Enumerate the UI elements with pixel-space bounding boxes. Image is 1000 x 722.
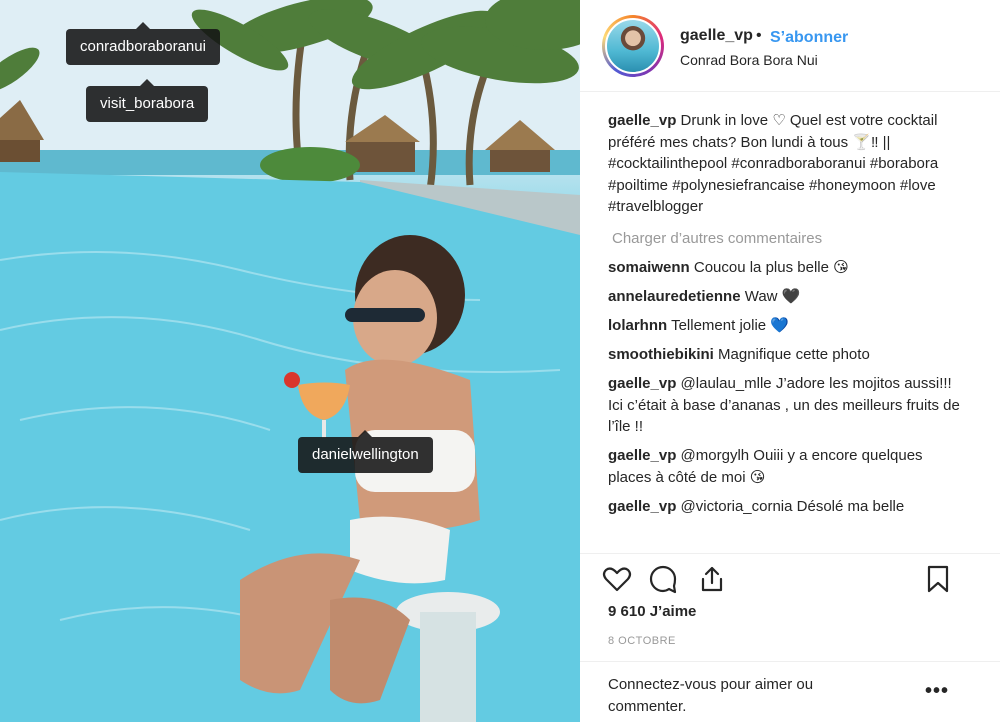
comment-username[interactable]: gaelle_vp [608, 375, 676, 392]
load-more-comments-button[interactable]: Charger d’autres commentaires [612, 228, 968, 250]
caption-username[interactable]: gaelle_vp [608, 112, 676, 129]
comment-text: Magnifique cette photo [718, 346, 870, 363]
post-location[interactable]: Conrad Bora Bora Nui [680, 52, 818, 68]
follow-button[interactable]: S’abonner [770, 29, 848, 47]
comment-text: Tellement jolie 💙 [671, 317, 789, 334]
comment-item: gaelle_vp @morgylh Ouiii y a encore quel… [608, 445, 968, 488]
comment-username[interactable]: somaiwenn [608, 259, 690, 276]
action-bar [580, 553, 1000, 603]
post-header: gaelle_vp • S’abonner Conrad Bora Bora N… [580, 0, 1000, 92]
photo-tag-danielwellington[interactable]: danielwellington [298, 430, 433, 473]
share-icon[interactable] [697, 564, 727, 594]
comment-username[interactable]: gaelle_vp [608, 447, 676, 464]
comment-username[interactable]: annelauredetienne [608, 288, 741, 305]
comment-item: annelauredetienne Waw 🖤 [608, 286, 968, 308]
bookmark-icon[interactable] [923, 564, 953, 594]
photo-tag-visit-borabora[interactable]: visit_borabora [86, 79, 209, 122]
comment-item: lolarhnn Tellement jolie 💙 [608, 315, 968, 337]
separator-dot: • [756, 27, 762, 44]
comment-username[interactable]: lolarhnn [608, 317, 667, 334]
login-prompt-link[interactable]: Connectez-vous pour aimer ou commenter. [608, 674, 868, 718]
heart-icon[interactable] [602, 564, 632, 594]
likes-count[interactable]: 9 610 J’aime [608, 603, 696, 620]
comment-text: @victoria_cornia Désolé ma belle [680, 497, 905, 515]
more-options-button[interactable]: ••• [925, 680, 949, 703]
comment-text: Waw 🖤 [744, 288, 801, 305]
comments-section[interactable]: gaelle_vp Drunk in love ♡ Quel est votre… [608, 110, 968, 553]
post-photo[interactable]: conradboraboranui visit_borabora danielw… [0, 0, 580, 722]
comment-item: gaelle_vp @victoria_cornia Désolé ma bel… [608, 496, 968, 518]
comment-text: Coucou la plus belle 😘 [693, 259, 849, 276]
comment-item: somaiwenn Coucou la plus belle 😘 [608, 257, 968, 279]
comment-username[interactable]: gaelle_vp [608, 498, 676, 515]
post-author-username[interactable]: gaelle_vp [680, 27, 753, 45]
comment-footer: Connectez-vous pour aimer ou commenter. … [580, 661, 1000, 722]
comment-username[interactable]: smoothiebikini [608, 346, 714, 363]
comment-icon[interactable] [648, 564, 678, 594]
comment-item: gaelle_vp @laulau_mlle J’adore les mojit… [608, 373, 968, 438]
post-caption: gaelle_vp Drunk in love ♡ Quel est votre… [608, 110, 968, 218]
avatar-image [605, 18, 661, 74]
post-sidebar: gaelle_vp • S’abonner Conrad Bora Bora N… [580, 0, 1000, 722]
avatar[interactable] [602, 15, 664, 77]
post-date: 8 OCTOBRE [608, 635, 676, 647]
comment-item: smoothiebikini Magnifique cette photo [608, 344, 968, 366]
photo-tag-conradboraboranui[interactable]: conradboraboranui [66, 22, 220, 65]
